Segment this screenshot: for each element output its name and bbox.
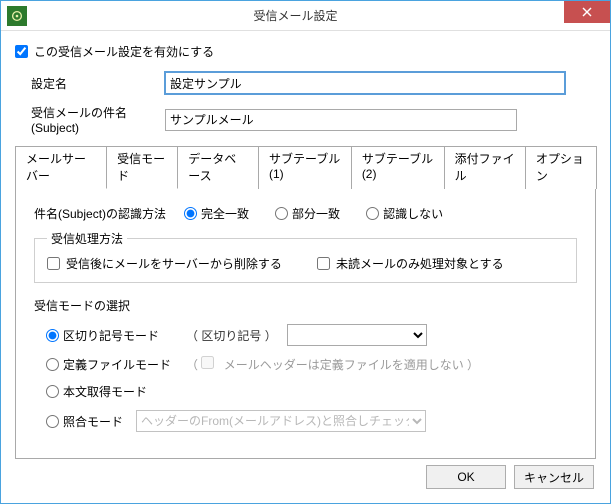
- mode-definition[interactable]: 定義ファイルモード: [46, 356, 186, 373]
- tab-mailserver[interactable]: メールサーバー: [15, 146, 107, 189]
- delimiter-select[interactable]: [287, 324, 427, 346]
- enable-label: この受信メール設定を有効にする: [34, 43, 214, 60]
- subject-label: 受信メールの件名(Subject): [15, 104, 165, 135]
- setting-name-label: 設定名: [15, 75, 165, 92]
- unread-only-label: 未読メールのみ処理対象とする: [336, 255, 504, 272]
- recognize-none[interactable]: 認識しない: [366, 205, 443, 222]
- tab-subtable1[interactable]: サブテーブル(1): [258, 146, 352, 189]
- match-select: ヘッダーのFrom(メールアドレス)と照合しチェック: [136, 410, 426, 432]
- recognize-label: 件名(Subject)の認識方法: [34, 205, 166, 222]
- tab-panel: 件名(Subject)の認識方法 完全一致 部分一致 認識しない 受信処理方法 …: [15, 189, 596, 459]
- tab-receivemode[interactable]: 受信モード: [106, 146, 178, 189]
- mode-match[interactable]: 照合モード: [46, 413, 136, 430]
- unread-only-checkbox[interactable]: [317, 257, 330, 270]
- mode-select-title: 受信モードの選択: [34, 297, 577, 314]
- delete-after-checkbox[interactable]: [47, 257, 60, 270]
- delete-after-label: 受信後にメールをサーバーから削除する: [66, 255, 282, 272]
- tab-attachment[interactable]: 添付ファイル: [444, 146, 526, 189]
- close-button[interactable]: [564, 1, 610, 23]
- dialog-body: この受信メール設定を有効にする 設定名 受信メールの件名(Subject) メー…: [1, 31, 610, 469]
- app-icon: [7, 6, 27, 26]
- proc-fieldset: 受信処理方法 受信後にメールをサーバーから削除する 未読メールのみ処理対象とする: [34, 230, 577, 283]
- dialog-window: 受信メール設定 この受信メール設定を有効にする 設定名 受信メールの件名(Sub…: [0, 0, 611, 504]
- subject-input[interactable]: [165, 109, 517, 131]
- tab-subtable2[interactable]: サブテーブル(2): [351, 146, 445, 189]
- mode-delimiter[interactable]: 区切り記号モード: [46, 327, 186, 344]
- ok-button[interactable]: OK: [426, 465, 506, 489]
- mode-bodytext[interactable]: 本文取得モード: [46, 383, 186, 400]
- recognize-partial[interactable]: 部分一致: [275, 205, 340, 222]
- def-header-checkbox: [201, 356, 214, 369]
- window-title: 受信メール設定: [27, 7, 564, 24]
- setting-name-input[interactable]: [165, 72, 565, 94]
- titlebar: 受信メール設定: [1, 1, 610, 31]
- dialog-footer: OK キャンセル: [426, 465, 594, 489]
- tab-option[interactable]: オプション: [525, 146, 597, 189]
- tab-database[interactable]: データベース: [177, 146, 259, 189]
- proc-legend: 受信処理方法: [47, 230, 127, 247]
- recognize-exact[interactable]: 完全一致: [184, 205, 249, 222]
- enable-checkbox[interactable]: [15, 45, 28, 58]
- cancel-button[interactable]: キャンセル: [514, 465, 594, 489]
- tab-strip: メールサーバー 受信モード データベース サブテーブル(1) サブテーブル(2)…: [15, 145, 596, 189]
